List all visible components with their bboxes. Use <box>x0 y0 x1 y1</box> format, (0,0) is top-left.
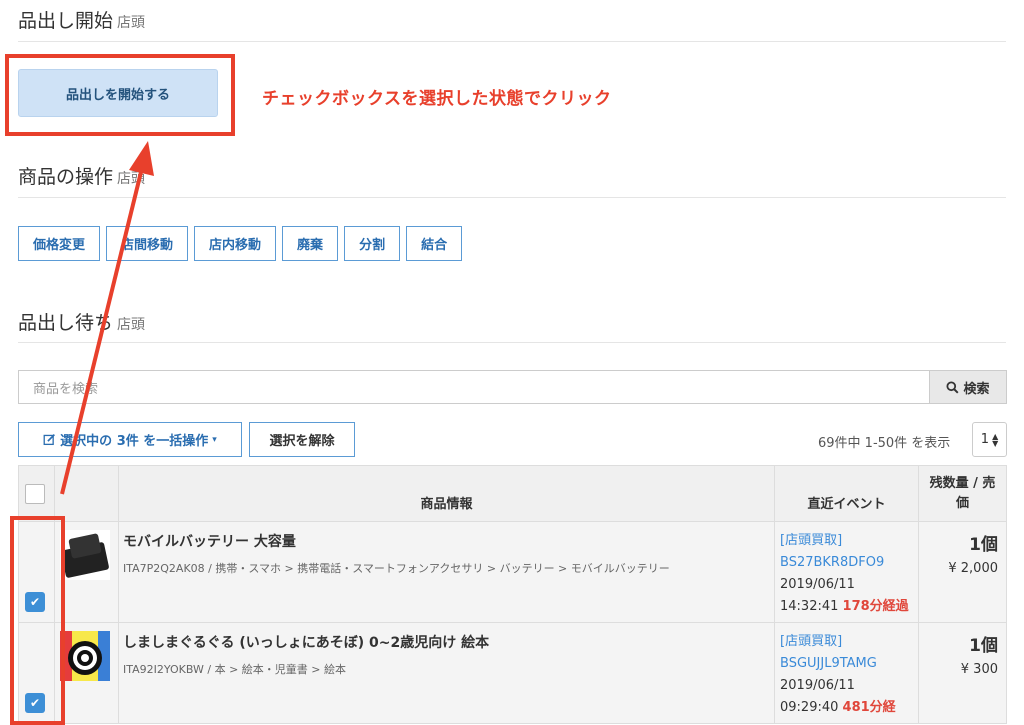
event-date: 2019/06/11 <box>780 678 855 693</box>
elapsed-time: 481分経 <box>842 700 896 715</box>
select-all-cell <box>18 465 55 522</box>
elapsed-time: 178分経過 <box>842 599 909 614</box>
image-header <box>54 465 119 522</box>
bulk-action-button[interactable]: 選択中の 3件 を一括操作 ▾ <box>18 422 242 457</box>
store-transfer-button[interactable]: 店間移動 <box>106 226 189 261</box>
battery-thumbnail <box>60 530 110 580</box>
section-title-start: 品出し開始 店頭 <box>18 10 146 32</box>
edit-icon <box>43 434 56 446</box>
event-code-link[interactable]: BSGUJJL9TAMG <box>780 653 918 675</box>
section-title-operations: 商品の操作 店頭 <box>18 166 146 188</box>
event-date: 2019/06/11 <box>780 577 855 592</box>
product-category: ITA7P2Q2AK08 / 携帯・スマホ > 携帯電話・スマートフォンアクセサ… <box>123 562 670 575</box>
event-header: 直近イベント <box>774 465 919 522</box>
qty-cell: 1個 ¥ 300 <box>918 622 1007 724</box>
price: ¥ 300 <box>960 662 998 677</box>
divider <box>18 197 1006 198</box>
search-input[interactable]: 商品を検索 <box>18 370 929 404</box>
in-store-move-button[interactable]: 店内移動 <box>194 226 277 261</box>
annotation-highlight-start <box>5 54 235 136</box>
event-cell: [店頭買取] BSGUJJL9TAMG 2019/06/11 09:29:40 … <box>774 622 919 724</box>
divider <box>18 342 1006 343</box>
qty-header: 残数量 / 売価 <box>918 465 1007 522</box>
price-change-button[interactable]: 価格変更 <box>18 226 101 261</box>
product-name[interactable]: モバイルバッテリー 大容量 <box>123 531 774 551</box>
search-icon <box>946 380 959 393</box>
clear-selection-button[interactable]: 選択を解除 <box>249 422 355 457</box>
search-button[interactable]: 検索 <box>929 370 1007 404</box>
section-title-waiting: 品出し待ち 店頭 <box>18 312 146 334</box>
quantity: 1個 <box>969 535 998 555</box>
event-cell: [店頭買取] BS27BKR8DFO9 2019/06/11 14:32:41 … <box>774 521 919 623</box>
caret-down-icon: ▾ <box>212 434 217 445</box>
event-time: 14:32:41 <box>780 599 839 614</box>
table-row[interactable]: ✔ しましまぐるぐる (いっしょにあそぼ) 0~2歳児向け 絵本 ITA92I2… <box>18 622 1007 724</box>
annotation-highlight-checkboxes <box>10 516 65 725</box>
product-name[interactable]: しましまぐるぐる (いっしょにあそぼ) 0~2歳児向け 絵本 <box>123 632 774 652</box>
select-all-checkbox[interactable] <box>25 483 45 504</box>
product-category: ITA92I2YOKBW / 本 > 絵本・児童書 > 絵本 <box>123 663 347 676</box>
table-row[interactable]: ✔ モバイルバッテリー 大容量 ITA7P2Q2AK08 / 携帯・スマホ > … <box>18 521 1007 623</box>
result-count: 69件中 1-50件 を表示 <box>818 436 951 451</box>
updown-icon: ▲ ▼ <box>992 431 999 448</box>
event-type-link[interactable]: [店頭買取] <box>780 631 918 653</box>
info-header: 商品情報 <box>118 465 775 522</box>
operation-buttons: 価格変更 店間移動 店内移動 廃棄 分割 結合 <box>18 226 463 261</box>
restock-table: 商品情報 直近イベント 残数量 / 売価 ✔ モバイルバッテリー 大容量 ITA… <box>18 465 1007 724</box>
merge-button[interactable]: 結合 <box>406 226 463 261</box>
picture-book-thumbnail <box>60 631 110 681</box>
divider <box>18 41 1006 42</box>
quantity: 1個 <box>969 636 998 656</box>
event-time: 09:29:40 <box>780 700 839 715</box>
event-type-link[interactable]: [店頭買取] <box>780 530 918 552</box>
table-header-row: 商品情報 直近イベント 残数量 / 売価 <box>18 465 1007 522</box>
info-cell: しましまぐるぐる (いっしょにあそぼ) 0~2歳児向け 絵本 ITA92I2YO… <box>118 622 775 724</box>
price: ¥ 2,000 <box>948 561 998 576</box>
search-bar: 商品を検索 検索 <box>18 370 1007 404</box>
page-select[interactable]: 1 ▲ ▼ <box>972 422 1007 457</box>
annotation-text: チェックボックスを選択した状態でクリック <box>262 89 612 109</box>
event-code-link[interactable]: BS27BKR8DFO9 <box>780 552 918 574</box>
info-cell: モバイルバッテリー 大容量 ITA7P2Q2AK08 / 携帯・スマホ > 携帯… <box>118 521 775 623</box>
split-button[interactable]: 分割 <box>344 226 401 261</box>
dispose-button[interactable]: 廃棄 <box>282 226 339 261</box>
qty-cell: 1個 ¥ 2,000 <box>918 521 1007 623</box>
